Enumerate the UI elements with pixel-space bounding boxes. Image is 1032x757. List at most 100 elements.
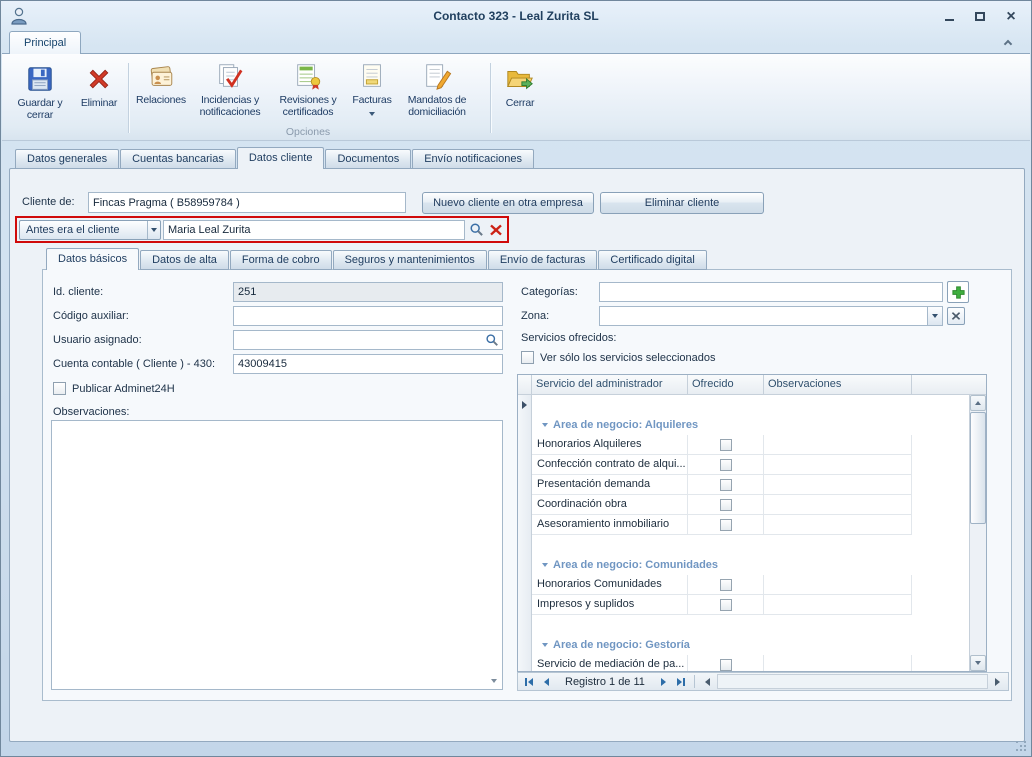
hscroll-right-button[interactable] [989, 674, 1006, 689]
eliminar-cliente-button[interactable]: Eliminar cliente [600, 192, 764, 214]
zona-combo[interactable] [599, 306, 943, 326]
service-row[interactable]: Presentación demanda [518, 475, 969, 495]
minimize-icon [945, 19, 954, 21]
usuario-search-icon[interactable] [484, 332, 500, 348]
mandates-button[interactable]: Mandatos de domiciliación [398, 56, 476, 120]
invoices-button[interactable]: Facturas [348, 56, 396, 120]
delete-button[interactable]: Eliminar [74, 59, 124, 135]
collapse-ribbon-button[interactable] [999, 37, 1017, 51]
codigo-auxiliar-label: Código auxiliar: [53, 310, 129, 322]
tab-documentos[interactable]: Documentos [325, 149, 411, 169]
ofrecido-checkbox[interactable] [720, 499, 732, 511]
hscroll-left-button[interactable] [699, 674, 716, 689]
ofrecido-checkbox[interactable] [720, 439, 732, 451]
relations-button[interactable]: Relaciones [132, 56, 190, 120]
cliente-de-input[interactable] [88, 192, 406, 213]
ofrecido-checkbox[interactable] [720, 459, 732, 471]
ofrecido-checkbox[interactable] [720, 479, 732, 491]
incidents-button[interactable]: Incidencias y notificaciones [192, 56, 268, 120]
scroll-down-button[interactable] [970, 655, 986, 671]
observaciones-scroll-icon[interactable] [487, 674, 501, 688]
zona-dropdown-icon[interactable] [927, 307, 942, 325]
last-record-button[interactable] [673, 674, 690, 689]
ofrecido-checkbox[interactable] [720, 579, 732, 591]
scroll-thumb[interactable] [970, 412, 986, 524]
column-header-observaciones[interactable]: Observaciones [764, 375, 912, 395]
scroll-up-button[interactable] [970, 395, 986, 411]
tab-certificado-digital[interactable]: Certificado digital [598, 250, 706, 270]
ribbon-tab-principal[interactable]: Principal [9, 31, 81, 54]
observaciones-cell[interactable] [764, 495, 912, 515]
grid-vertical-scrollbar[interactable] [969, 395, 986, 671]
next-record-button[interactable] [655, 674, 672, 689]
tab-datos-basicos[interactable]: Datos básicos [46, 248, 139, 270]
collapse-group-icon[interactable] [542, 563, 548, 567]
observaciones-textarea[interactable] [51, 420, 503, 690]
categorias-input[interactable] [599, 282, 943, 302]
horizontal-scrollbar[interactable] [717, 674, 988, 689]
navigator-separator [694, 675, 695, 688]
service-row[interactable]: Honorarios Alquileres [518, 435, 969, 455]
services-grid: Servicio del administrador Ofrecido Obse… [517, 374, 987, 672]
tab-datos-cliente[interactable]: Datos cliente [237, 147, 325, 169]
service-row[interactable]: Confección contrato de alqui... [518, 455, 969, 475]
observaciones-cell[interactable] [764, 575, 912, 595]
collapse-group-icon[interactable] [542, 423, 548, 427]
service-row[interactable]: Impresos y suplidos [518, 595, 969, 615]
prev-record-button[interactable] [538, 674, 555, 689]
add-categoria-button[interactable] [947, 281, 969, 303]
group-row-comunidades[interactable]: Area de negocio: Comunidades [518, 555, 969, 575]
tab-forma-de-cobro[interactable]: Forma de cobro [230, 250, 332, 270]
ofrecido-checkbox[interactable] [720, 519, 732, 531]
observaciones-cell[interactable] [764, 595, 912, 615]
tab-datos-generales[interactable]: Datos generales [15, 149, 119, 169]
tab-seguros-mantenimientos[interactable]: Seguros y mantenimientos [333, 250, 487, 270]
cerrar-button[interactable]: Cerrar [496, 59, 544, 135]
id-cliente-input[interactable] [233, 282, 503, 302]
service-row[interactable]: Asesoramiento inmobiliario [518, 515, 969, 535]
group-row-gestoria[interactable]: Area de negocio: Gestoría [518, 635, 969, 655]
tab-datos-de-alta[interactable]: Datos de alta [140, 250, 229, 270]
resize-grip[interactable] [1015, 740, 1028, 753]
previous-client-input[interactable] [163, 220, 465, 240]
observaciones-cell[interactable] [764, 475, 912, 495]
id-cliente-label: Id. cliente: [53, 286, 103, 298]
observaciones-cell[interactable] [764, 455, 912, 475]
tab-cuentas-bancarias[interactable]: Cuentas bancarias [120, 149, 236, 169]
clear-zona-button[interactable] [947, 307, 965, 325]
minimize-button[interactable] [937, 8, 961, 25]
current-row-indicator [518, 395, 532, 415]
service-row[interactable]: Servicio de mediación de pa... [518, 655, 969, 671]
observaciones-label: Observaciones: [53, 406, 129, 418]
cuenta-contable-input[interactable] [233, 354, 503, 374]
first-record-button[interactable] [520, 674, 537, 689]
observaciones-cell[interactable] [764, 515, 912, 535]
observaciones-cell[interactable] [764, 435, 912, 455]
usuario-asignado-input[interactable] [233, 330, 503, 350]
column-header-servicio[interactable]: Servicio del administrador [532, 375, 688, 395]
ofrecido-checkbox[interactable] [720, 599, 732, 611]
invoices-dropdown-icon[interactable] [369, 107, 375, 119]
column-header-ofrecido[interactable]: Ofrecido [688, 375, 764, 395]
codigo-auxiliar-input[interactable] [233, 306, 503, 326]
group-row-alquileres[interactable]: Area de negocio: Alquileres [518, 415, 969, 435]
tab-envio-facturas[interactable]: Envío de facturas [488, 250, 598, 270]
close-window-button[interactable]: × [999, 8, 1023, 25]
antes-era-cliente-button[interactable]: Antes era el cliente [19, 220, 161, 240]
collapse-group-icon[interactable] [542, 643, 548, 647]
save-close-button[interactable]: Guardar y cerrar [12, 59, 68, 135]
publicar-adminet-checkbox[interactable] [53, 382, 66, 395]
service-row[interactable]: Honorarios Comunidades [518, 575, 969, 595]
revisions-button[interactable]: Revisiones y certificados [270, 56, 346, 120]
tab-envio-notificaciones[interactable]: Envío notificaciones [412, 149, 534, 169]
clear-client-button[interactable] [487, 221, 505, 239]
service-row[interactable]: Coordinación obra [518, 495, 969, 515]
dropdown-arrow-icon[interactable] [147, 221, 160, 239]
restore-button[interactable] [968, 8, 992, 25]
magnifier-icon [469, 222, 484, 237]
nuevo-cliente-button[interactable]: Nuevo cliente en otra empresa [422, 192, 594, 214]
ver-solo-checkbox[interactable] [521, 351, 534, 364]
search-client-button[interactable] [467, 221, 485, 239]
observaciones-cell[interactable] [764, 655, 912, 671]
ofrecido-checkbox[interactable] [720, 659, 732, 671]
